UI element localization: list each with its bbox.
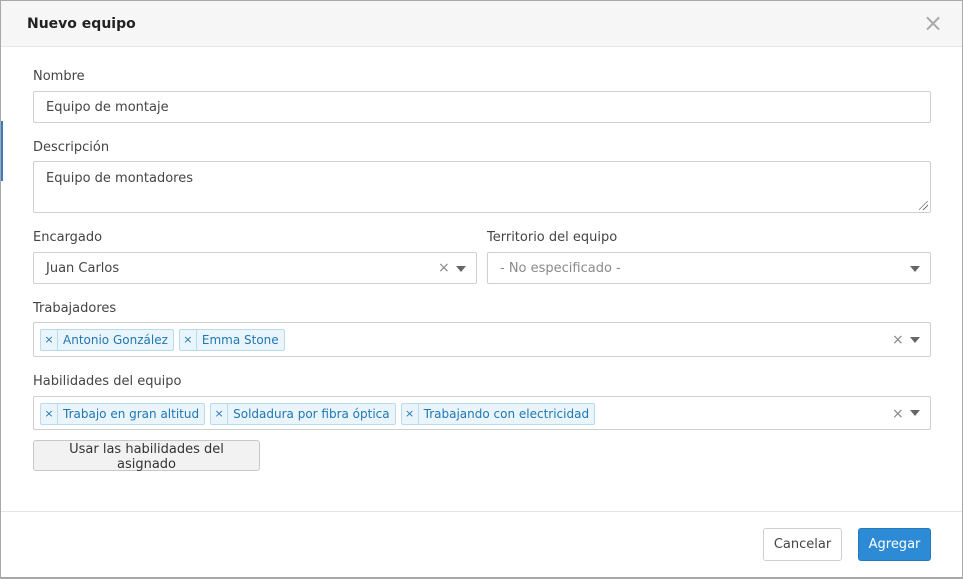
cancel-button[interactable]: Cancelar [763, 528, 842, 561]
new-team-dialog: Nuevo equipo × Nombre Equipo de montaje … [0, 0, 963, 579]
dialog-header: Nuevo equipo × [1, 1, 962, 47]
skills-tag-list: × Trabajo en gran altitud × Soldadura po… [40, 403, 596, 425]
remove-tag-icon[interactable]: × [41, 404, 58, 424]
remove-tag-icon[interactable]: × [402, 404, 419, 424]
skill-tag: × Trabajo en gran altitud [40, 403, 206, 425]
skills-label: Habilidades del equipo [33, 374, 182, 389]
territory-value: - No especificado - [500, 261, 621, 276]
manager-select[interactable]: Juan Carlos × [33, 252, 477, 284]
workers-label: Trabajadores [33, 301, 117, 316]
workers-clear-icon[interactable]: × [892, 333, 904, 347]
skill-tag: × Trabajando con electricidad [400, 403, 596, 425]
manager-label: Encargado [33, 230, 103, 245]
chevron-down-icon[interactable] [456, 266, 466, 272]
remove-tag-icon[interactable]: × [211, 404, 229, 424]
skill-tag-label: Trabajo en gran altitud [63, 407, 200, 421]
skill-tag: × Soldadura por fibra óptica [210, 403, 396, 425]
name-label: Nombre [33, 69, 85, 84]
chevron-down-icon[interactable] [910, 266, 920, 272]
worker-tag-label: Emma Stone [201, 333, 279, 347]
skills-multiselect[interactable]: × Trabajo en gran altitud × Soldadura po… [33, 396, 931, 430]
chevron-down-icon[interactable] [910, 337, 920, 343]
skills-clear-icon[interactable]: × [892, 407, 904, 421]
footer-divider [1, 511, 962, 512]
manager-value: Juan Carlos [46, 261, 120, 276]
description-value: Equipo de montadores [46, 171, 193, 186]
close-icon[interactable]: × [922, 10, 944, 36]
name-input[interactable]: Equipo de montaje [33, 91, 931, 123]
skill-tag-label: Soldadura por fibra óptica [233, 407, 390, 421]
skill-tag-label: Trabajando con electricidad [423, 407, 590, 421]
worker-tag: × Antonio González [40, 329, 174, 351]
chevron-down-icon[interactable] [910, 410, 920, 416]
worker-tag-label: Antonio González [63, 333, 168, 347]
use-assignee-skills-button[interactable]: Usar las habilidades del asignado [33, 440, 260, 472]
manager-clear-icon[interactable]: × [438, 261, 450, 275]
territory-select[interactable]: - No especificado - [487, 252, 931, 284]
description-label: Descripción [33, 140, 110, 155]
left-accent-bar [1, 121, 3, 181]
dialog-title: Nuevo equipo [27, 16, 136, 32]
workers-tag-list: × Antonio González × Emma Stone [40, 329, 285, 351]
workers-multiselect[interactable]: × Antonio González × Emma Stone × [33, 322, 931, 357]
remove-tag-icon[interactable]: × [180, 330, 197, 350]
add-button[interactable]: Agregar [858, 528, 931, 561]
resize-handle-icon[interactable] [919, 201, 928, 210]
worker-tag: × Emma Stone [178, 329, 285, 351]
remove-tag-icon[interactable]: × [41, 330, 58, 350]
description-textarea[interactable]: Equipo de montadores [33, 161, 931, 213]
territory-label: Territorio del equipo [487, 230, 618, 245]
name-value: Equipo de montaje [46, 100, 169, 115]
